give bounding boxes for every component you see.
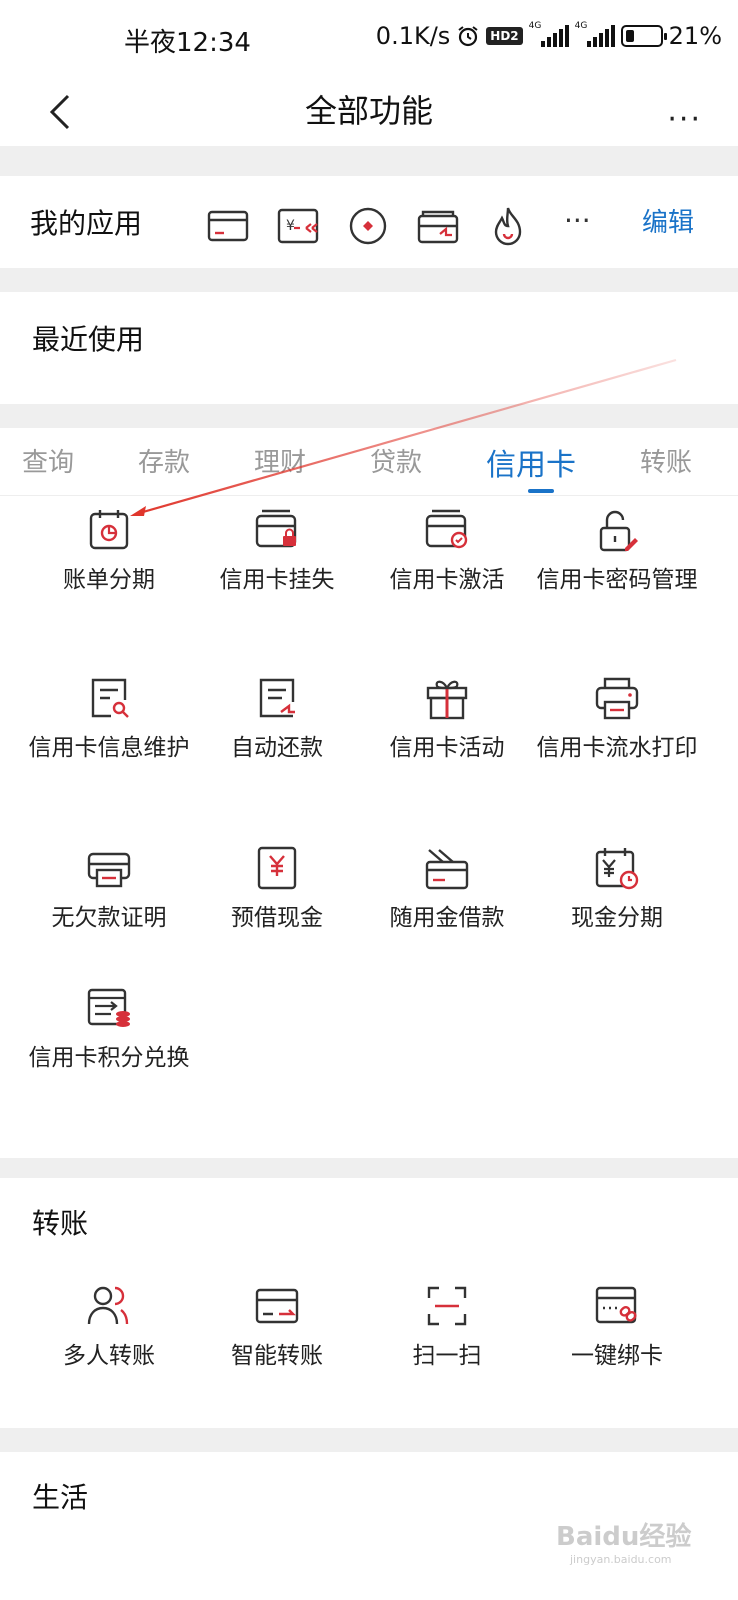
grid-item-scan[interactable]: 扫一扫 xyxy=(362,1282,532,1372)
category-panel: 查询 存款 理财 贷款 信用卡 转账 账单分期 信用卡挂失 信用卡激活 信用卡密… xyxy=(0,428,738,1158)
grid-item-multi-transfer[interactable]: 多人转账 xyxy=(24,1282,194,1372)
grid-item-label: 一键绑卡 xyxy=(571,1343,663,1369)
recent-section: 最近使用 xyxy=(0,292,738,404)
status-time: 半夜12:34 xyxy=(124,28,251,58)
card-arrow-icon xyxy=(255,1288,299,1324)
doc-search-icon xyxy=(91,678,129,718)
grid-item-label: 自动还款 xyxy=(231,735,323,761)
grid-item-card-info[interactable]: 信用卡信息维护 xyxy=(24,674,194,764)
grid-item-flex-loan[interactable]: 随用金借款 xyxy=(362,844,532,934)
my-apps-label: 我的应用 xyxy=(30,207,143,240)
grid-item-card-password[interactable]: 信用卡密码管理 xyxy=(532,506,702,596)
grid-item-label: 随用金借款 xyxy=(389,905,505,931)
grid-item-label: 预借现金 xyxy=(231,905,323,931)
network-speed: 0.1K/s xyxy=(375,22,451,50)
baidu-watermark: Baidu经验 jingyan.baidu.com xyxy=(556,1516,691,1566)
printer-doc-icon xyxy=(87,852,131,888)
recent-label: 最近使用 xyxy=(32,323,145,356)
signal-network-label: 4G xyxy=(528,21,542,31)
doc-pen-icon xyxy=(259,678,295,718)
grid-item-label: 信用卡积分兑换 xyxy=(28,1045,190,1071)
grid-item-label: 信用卡活动 xyxy=(389,735,505,761)
yen-doc-icon xyxy=(257,846,297,890)
category-tabs: 查询 存款 理财 贷款 信用卡 转账 xyxy=(0,428,738,496)
svg-text:¥: ¥ xyxy=(286,218,295,234)
card-coins-icon xyxy=(87,988,130,1027)
coin-icon[interactable] xyxy=(344,204,392,248)
tab-query[interactable]: 查询 xyxy=(22,442,74,479)
status-bar: 半夜12:34 0.1K/s HD2 4G 4G 21% xyxy=(0,0,738,80)
tab-credit-card[interactable]: 信用卡 xyxy=(486,440,576,484)
grid-item-label: 信用卡密码管理 xyxy=(536,567,698,593)
tab-deposit[interactable]: 存款 xyxy=(138,442,190,479)
card-link-icon xyxy=(595,1286,637,1324)
transfer-section-title: 转账 xyxy=(32,1207,89,1240)
users-icon xyxy=(87,1286,129,1325)
signal-network-label: 4G xyxy=(574,21,588,31)
calendar-yen-icon xyxy=(595,848,639,890)
tab-loan[interactable]: 贷款 xyxy=(370,442,422,479)
page-title: 全部功能 xyxy=(304,92,433,130)
grid-item-points-redeem[interactable]: 信用卡积分兑换 xyxy=(24,984,194,1074)
grid-item-label: 现金分期 xyxy=(571,905,663,931)
tab-wealth[interactable]: 理财 xyxy=(254,442,306,479)
my-apps-more-icon[interactable]: ··· xyxy=(564,204,591,237)
grid-item-label: 信用卡信息维护 xyxy=(28,735,190,761)
grid-item-bind-card[interactable]: 一键绑卡 xyxy=(532,1282,702,1372)
grid-item-label: 信用卡激活 xyxy=(389,567,505,593)
battery-icon xyxy=(620,25,667,47)
edit-button[interactable]: 编辑 xyxy=(642,202,694,239)
grid-item-bill-installment[interactable]: 账单分期 xyxy=(24,506,194,596)
printer-icon xyxy=(595,677,639,720)
gift-icon xyxy=(426,680,468,720)
padlock-pen-icon xyxy=(599,510,638,552)
grid-item-cash-advance[interactable]: 预借现金 xyxy=(192,844,362,934)
card-check-icon xyxy=(425,509,468,549)
status-indicators: 0.1K/s HD2 4G 4G 21% xyxy=(375,21,722,50)
battery-level: 21% xyxy=(668,22,722,50)
life-section-title: 生活 xyxy=(32,1481,89,1514)
active-tab-indicator xyxy=(528,489,554,493)
wallet-card-icon[interactable] xyxy=(414,204,462,248)
alarm-icon xyxy=(458,26,478,47)
calendar-pie-icon xyxy=(89,510,129,550)
flame-icon[interactable] xyxy=(484,204,532,248)
grid-item-card-loss-report[interactable]: 信用卡挂失 xyxy=(192,506,362,596)
my-apps-icons: ¥ xyxy=(204,204,532,248)
grid-item-statement-print[interactable]: 信用卡流水打印 xyxy=(532,674,702,764)
card-stack-icon xyxy=(425,849,469,890)
grid-item-smart-transfer[interactable]: 智能转账 xyxy=(192,1282,362,1372)
grid-item-label: 信用卡挂失 xyxy=(219,567,335,593)
grid-item-no-debt-proof[interactable]: 无欠款证明 xyxy=(24,844,194,934)
watermark-url: jingyan.baidu.com xyxy=(570,1553,672,1566)
card-icon[interactable] xyxy=(204,204,252,248)
more-options-icon[interactable]: ··· xyxy=(667,102,702,137)
signal-icon: 4G xyxy=(529,21,569,47)
signal-icon: 4G xyxy=(575,21,615,47)
card-lock-icon xyxy=(255,509,297,548)
hd-badge: HD2 xyxy=(486,27,523,45)
nav-bar: 全部功能 ··· xyxy=(0,80,738,146)
my-apps-bar: 我的应用 ¥ ··· 编辑 xyxy=(0,176,738,268)
grid-item-card-activities[interactable]: 信用卡活动 xyxy=(362,674,532,764)
grid-item-label: 无欠款证明 xyxy=(51,905,167,931)
grid-item-label: 信用卡流水打印 xyxy=(536,735,698,761)
scan-icon xyxy=(427,1286,467,1326)
grid-item-label: 智能转账 xyxy=(231,1343,323,1369)
watermark-brand: Baidu经验 xyxy=(556,1522,692,1552)
grid-item-auto-repay[interactable]: 自动还款 xyxy=(192,674,362,764)
transfer-section: 转账 多人转账 智能转账 扫一扫 一键绑卡 xyxy=(0,1178,738,1428)
tab-transfer[interactable]: 转账 xyxy=(640,442,692,479)
grid-item-card-activation[interactable]: 信用卡激活 xyxy=(362,506,532,596)
grid-item-label: 扫一扫 xyxy=(412,1343,482,1369)
grid-item-label: 多人转账 xyxy=(63,1343,155,1369)
grid-item-cash-installment[interactable]: 现金分期 xyxy=(532,844,702,934)
grid-item-label: 账单分期 xyxy=(63,567,155,593)
yen-transfer-icon[interactable]: ¥ xyxy=(274,204,322,248)
